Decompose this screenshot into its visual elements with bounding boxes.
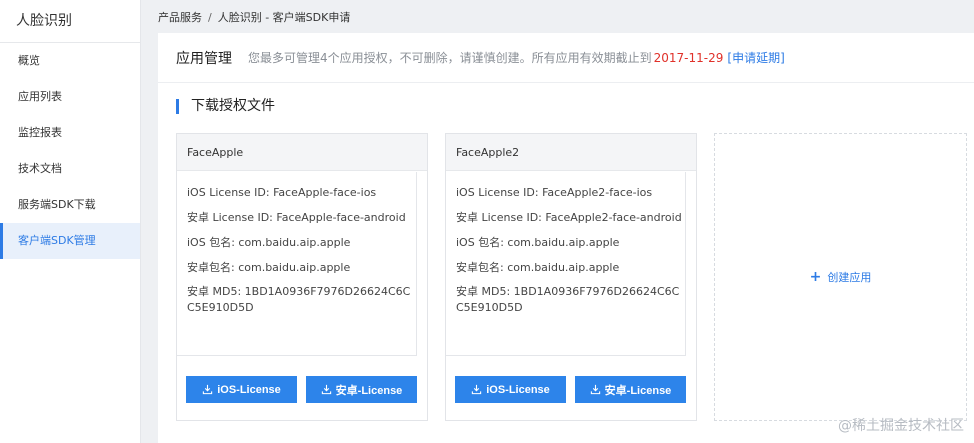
android-license-id: 安卓 License ID: FaceApple2-face-android: [456, 211, 682, 224]
ios-package: iOS 包名: com.baidu.aip.apple: [456, 236, 620, 249]
ios-license-id: iOS License ID: FaceApple2-face-ios: [456, 186, 653, 199]
app-card-name: FaceApple: [177, 134, 427, 171]
card-actions: iOS-License 安卓-License: [186, 376, 417, 403]
create-app-card[interactable]: + 创建应用: [714, 133, 967, 421]
sidebar-item-client-sdk-manage[interactable]: 客户端SDK管理: [0, 223, 140, 259]
breadcrumb: 产品服务 / 人脸识别 - 客户端SDK申请: [158, 9, 350, 25]
watermark: @稀土掘金技术社区: [838, 418, 964, 434]
app-card: FaceApple2 iOS License ID: FaceApple2-fa…: [445, 133, 697, 421]
main-panel: 应用管理 您最多可管理4个应用授权，不可删除，请谨慎创建。所有应用有效期截止到 2…: [158, 33, 974, 443]
app-card-body: iOS License ID: FaceApple2-face-ios 安卓 L…: [446, 172, 686, 356]
android-license-label: 安卓-License: [335, 384, 403, 397]
sidebar-item-app-list[interactable]: 应用列表: [0, 79, 140, 115]
extend-link[interactable]: [申请延期]: [727, 51, 784, 65]
android-license-id: 安卓 License ID: FaceApple-face-android: [187, 211, 406, 224]
android-package: 安卓包名: com.baidu.aip.apple: [187, 261, 351, 274]
notice-message: 您最多可管理4个应用授权，不可删除，请谨慎创建。所有应用有效期截止到: [248, 51, 652, 65]
android-md5: 安卓 MD5: 1BD1A0936F7976D26624C6CC5E910D5D: [456, 285, 680, 314]
download-icon: [203, 384, 213, 395]
create-app-button[interactable]: + 创建应用: [810, 269, 872, 285]
ios-package: iOS 包名: com.baidu.aip.apple: [187, 236, 351, 249]
notice-text: 您最多可管理4个应用授权，不可删除，请谨慎创建。所有应用有效期截止到 2017-1…: [248, 49, 785, 66]
app-card-name: FaceApple2: [446, 134, 696, 171]
android-license-label: 安卓-License: [604, 384, 672, 397]
sidebar: 人脸识别 概览 应用列表 监控报表 技术文档 服务端SDK下载 客户端SDK管理: [0, 0, 141, 443]
android-md5: 安卓 MD5: 1BD1A0936F7976D26624C6CC5E910D5D: [187, 285, 411, 314]
sidebar-item-server-sdk-download[interactable]: 服务端SDK下载: [0, 187, 140, 223]
breadcrumb-separator: /: [208, 11, 212, 24]
breadcrumb-current: 人脸识别 - 客户端SDK申请: [217, 11, 351, 24]
section-title: 下载授权文件: [176, 99, 275, 114]
ios-license-download-button[interactable]: iOS-License: [455, 376, 566, 403]
sidebar-title: 人脸识别: [0, 0, 140, 43]
android-license-download-button[interactable]: 安卓-License: [575, 376, 686, 403]
expiry-date: 2017-11-29: [653, 51, 724, 65]
download-icon: [321, 384, 331, 395]
ios-license-id: iOS License ID: FaceApple-face-ios: [187, 186, 377, 199]
card-actions: iOS-License 安卓-License: [455, 376, 686, 403]
app-card-body: iOS License ID: FaceApple-face-ios 安卓 Li…: [177, 172, 417, 356]
breadcrumb-product-services[interactable]: 产品服务: [158, 11, 202, 24]
sidebar-item-overview[interactable]: 概览: [0, 43, 140, 79]
android-license-download-button[interactable]: 安卓-License: [306, 376, 417, 403]
page-title: 应用管理: [176, 50, 232, 67]
download-icon: [472, 384, 482, 395]
sidebar-item-monitor-report[interactable]: 监控报表: [0, 115, 140, 151]
app-card: FaceApple iOS License ID: FaceApple-face…: [176, 133, 428, 421]
ios-license-label: iOS-License: [217, 383, 281, 396]
download-icon: [590, 384, 600, 395]
create-app-label: 创建应用: [827, 271, 872, 284]
ios-license-label: iOS-License: [486, 383, 550, 396]
plus-icon: +: [809, 268, 822, 285]
android-package: 安卓包名: com.baidu.aip.apple: [456, 261, 620, 274]
sidebar-item-tech-docs[interactable]: 技术文档: [0, 151, 140, 187]
ios-license-download-button[interactable]: iOS-License: [186, 376, 297, 403]
main-header: 应用管理 您最多可管理4个应用授权，不可删除，请谨慎创建。所有应用有效期截止到 2…: [158, 33, 974, 83]
